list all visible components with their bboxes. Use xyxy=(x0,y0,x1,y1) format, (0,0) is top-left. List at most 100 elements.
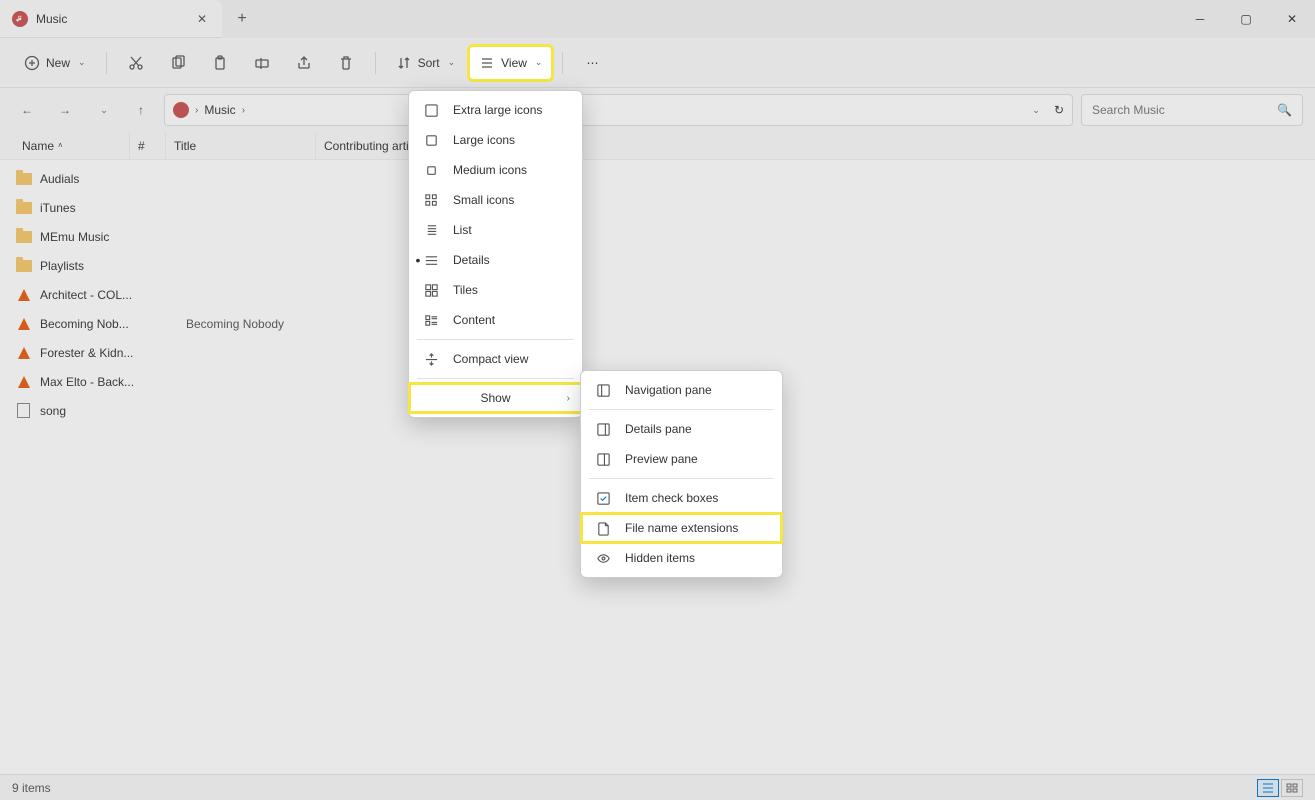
list-item[interactable]: Playlists xyxy=(0,251,1315,280)
compact-icon xyxy=(423,351,439,367)
show-submenu: Navigation pane Details pane Preview pan… xyxy=(580,370,783,578)
sort-asc-icon: ˄ xyxy=(58,141,63,150)
tab-music[interactable]: Music ✕ xyxy=(0,0,222,38)
preview-pane-icon xyxy=(595,451,611,467)
menu-show[interactable]: Show› xyxy=(409,383,582,413)
large-icon xyxy=(423,132,439,148)
menu-preview-pane[interactable]: Preview pane xyxy=(581,444,782,474)
minimize-button[interactable]: ─ xyxy=(1177,0,1223,38)
menu-large-icons[interactable]: Large icons xyxy=(409,125,582,155)
medium-icon xyxy=(423,162,439,178)
copy-button[interactable] xyxy=(159,46,197,80)
search-input[interactable] xyxy=(1092,103,1277,117)
vlc-icon xyxy=(18,318,30,330)
more-button[interactable]: ⋯ xyxy=(573,46,611,80)
list-item[interactable]: Becoming Nob...Becoming Nobody xyxy=(0,309,1315,338)
music-folder-icon xyxy=(173,102,189,118)
checkbox-icon xyxy=(595,490,611,506)
chevron-right-icon: › xyxy=(567,393,570,404)
grid-icon xyxy=(1286,783,1298,793)
up-button[interactable]: ↑ xyxy=(126,95,156,125)
extra-large-icon xyxy=(423,102,439,118)
menu-hidden-items[interactable]: Hidden items xyxy=(581,543,782,573)
list-icon xyxy=(423,222,439,238)
menu-navigation-pane[interactable]: Navigation pane xyxy=(581,375,782,405)
chevron-down-icon: ⌄ xyxy=(535,57,543,68)
rename-icon xyxy=(254,55,270,71)
status-bar: 9 items xyxy=(0,774,1315,800)
list-item[interactable]: MEmu Music xyxy=(0,222,1315,251)
list-item[interactable]: Forester & Kidn... xyxy=(0,338,1315,367)
thumbnails-view-toggle[interactable] xyxy=(1281,779,1303,797)
menu-file-name-extensions[interactable]: File name extensions xyxy=(581,513,782,543)
chevron-down-icon: ⌄ xyxy=(100,105,108,116)
breadcrumb-item[interactable]: Music xyxy=(204,103,235,117)
view-menu: Extra large icons Large icons Medium ico… xyxy=(408,90,583,418)
details-view-toggle[interactable] xyxy=(1257,779,1279,797)
trash-icon xyxy=(338,55,354,71)
paste-icon xyxy=(212,55,228,71)
history-dropdown-icon[interactable]: ⌄ xyxy=(1032,105,1040,116)
menu-medium-icons[interactable]: Medium icons xyxy=(409,155,582,185)
menu-compact-view[interactable]: Compact view xyxy=(409,344,582,374)
menu-tiles[interactable]: Tiles xyxy=(409,275,582,305)
chevron-right-icon: › xyxy=(242,105,245,116)
music-folder-icon xyxy=(12,11,28,27)
share-button[interactable] xyxy=(285,46,323,80)
menu-extra-large-icons[interactable]: Extra large icons xyxy=(409,95,582,125)
paste-button[interactable] xyxy=(201,46,239,80)
vlc-icon xyxy=(18,289,30,301)
column-headers: Name˄ # Title Contributing artis xyxy=(0,132,1315,160)
forward-button[interactable]: → xyxy=(50,95,80,125)
delete-button[interactable] xyxy=(327,46,365,80)
sort-icon xyxy=(396,55,412,71)
folder-icon xyxy=(16,202,32,214)
details-pane-icon xyxy=(595,421,611,437)
column-title[interactable]: Title xyxy=(166,132,316,159)
chevron-down-icon: ⌄ xyxy=(78,57,86,68)
new-tab-button[interactable]: + xyxy=(222,0,262,38)
folder-icon xyxy=(16,231,32,243)
details-icon xyxy=(423,252,439,268)
column-number[interactable]: # xyxy=(130,132,166,159)
window-controls: ─ ▢ ✕ xyxy=(1177,0,1315,38)
toolbar: New ⌄ Sort ⌄ View ⌄ ⋯ xyxy=(0,38,1315,88)
list-item[interactable]: Audials xyxy=(0,164,1315,193)
menu-item-check-boxes[interactable]: Item check boxes xyxy=(581,483,782,513)
recent-button[interactable]: ⌄ xyxy=(88,95,118,125)
vlc-icon xyxy=(18,347,30,359)
address-bar[interactable]: › Music › ⌄ ↻ xyxy=(164,94,1073,126)
vlc-icon xyxy=(18,376,30,388)
new-button[interactable]: New ⌄ xyxy=(14,46,96,80)
menu-details-pane[interactable]: Details pane xyxy=(581,414,782,444)
chevron-right-icon: › xyxy=(195,105,198,116)
cut-button[interactable] xyxy=(117,46,155,80)
view-button[interactable]: View ⌄ xyxy=(469,46,552,80)
menu-list[interactable]: List xyxy=(409,215,582,245)
tiles-icon xyxy=(423,282,439,298)
back-button[interactable]: ← xyxy=(12,95,42,125)
refresh-icon[interactable]: ↻ xyxy=(1054,103,1064,117)
folder-icon xyxy=(16,260,32,272)
search-icon: 🔍 xyxy=(1277,103,1292,117)
folder-icon xyxy=(16,173,32,185)
search-box[interactable]: 🔍 xyxy=(1081,94,1303,126)
cut-icon xyxy=(128,55,144,71)
view-icon xyxy=(479,55,495,71)
menu-small-icons[interactable]: Small icons xyxy=(409,185,582,215)
ellipsis-icon: ⋯ xyxy=(586,56,598,70)
chevron-down-icon: ⌄ xyxy=(448,57,456,68)
copy-icon xyxy=(170,55,186,71)
list-item[interactable]: iTunes xyxy=(0,193,1315,222)
close-button[interactable]: ✕ xyxy=(1269,0,1315,38)
column-name[interactable]: Name˄ xyxy=(14,132,130,159)
share-icon xyxy=(296,55,312,71)
menu-details[interactable]: Details xyxy=(409,245,582,275)
address-row: ← → ⌄ ↑ › Music › ⌄ ↻ 🔍 xyxy=(0,88,1315,132)
menu-content[interactable]: Content xyxy=(409,305,582,335)
rename-button[interactable] xyxy=(243,46,281,80)
tab-close-icon[interactable]: ✕ xyxy=(194,11,210,27)
sort-button[interactable]: Sort ⌄ xyxy=(386,46,466,80)
list-item[interactable]: Architect - COL... xyxy=(0,280,1315,309)
maximize-button[interactable]: ▢ xyxy=(1223,0,1269,38)
